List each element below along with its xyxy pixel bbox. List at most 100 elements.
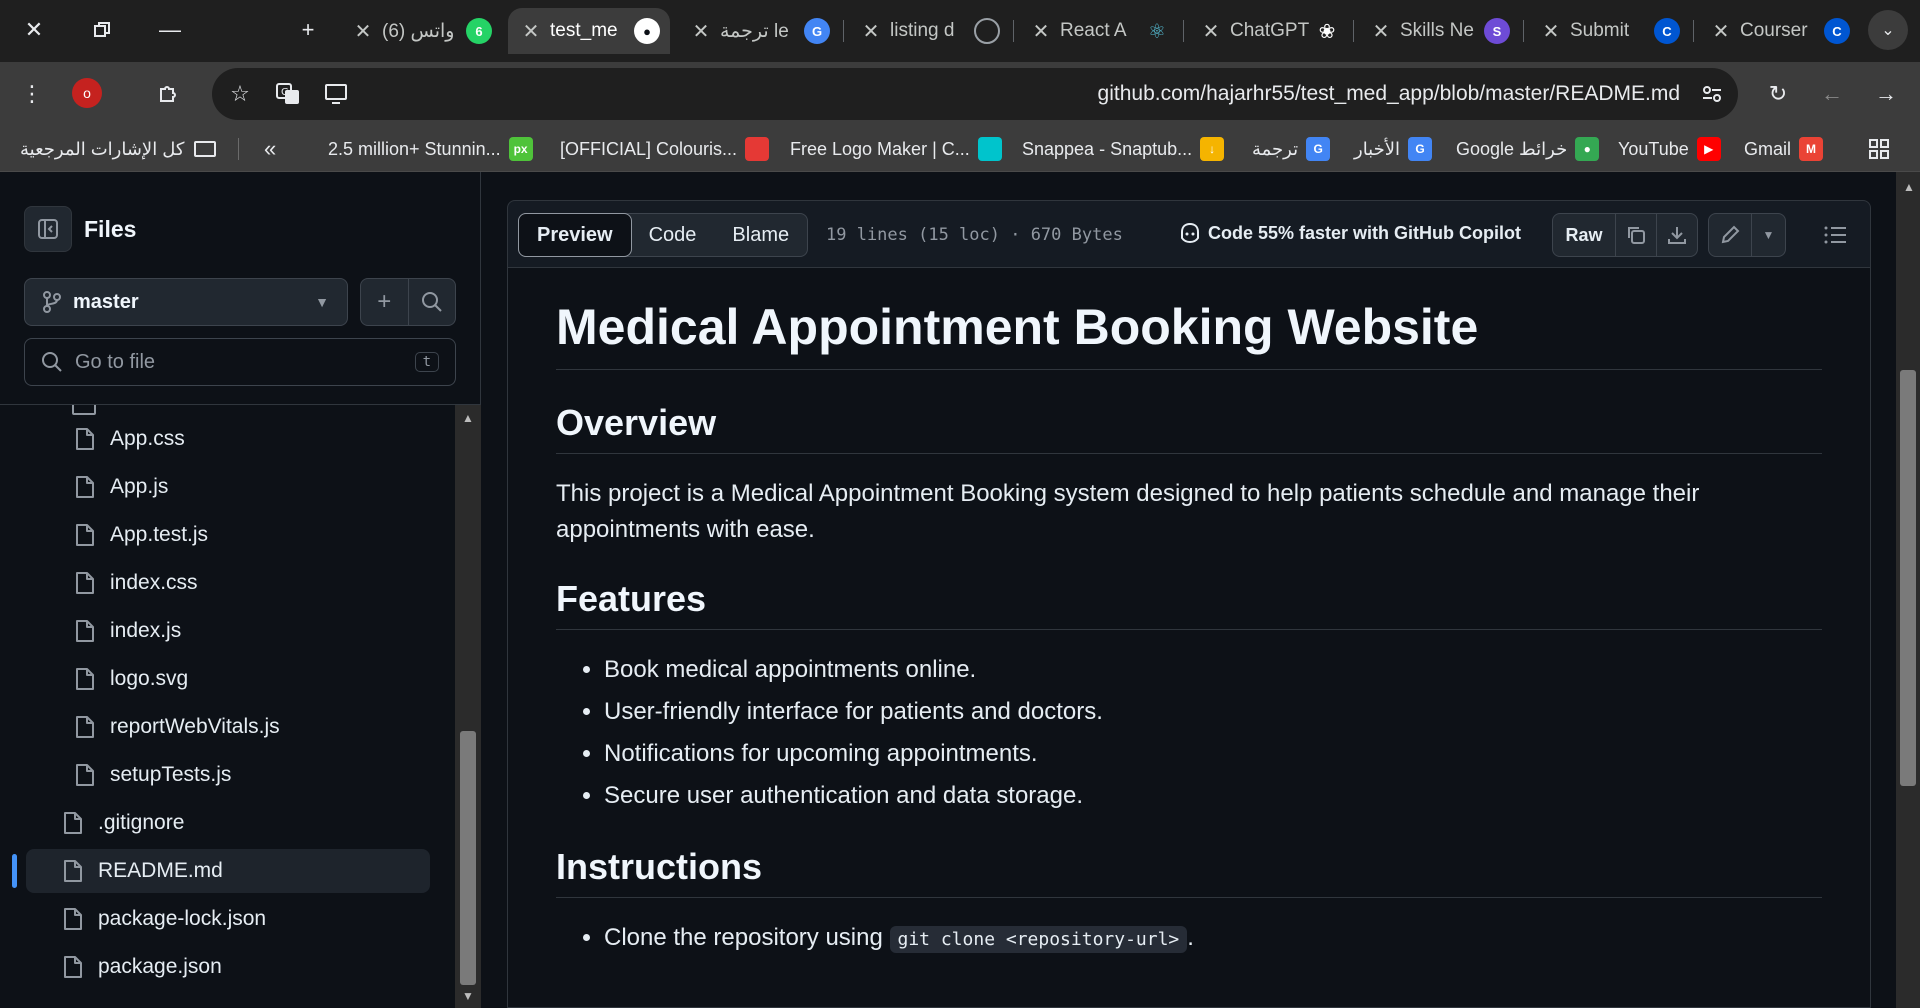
download-button[interactable] bbox=[1656, 214, 1697, 256]
bookmark-item[interactable]: 2.5 million+ Stunnin... px bbox=[328, 136, 533, 162]
tab-blame[interactable]: Blame bbox=[714, 214, 807, 256]
more-bookmarks-chevron-icon[interactable]: « bbox=[264, 136, 276, 162]
bookmark-item[interactable]: [OFFICIAL] Colouris... bbox=[560, 136, 770, 162]
search-icon bbox=[42, 352, 62, 372]
close-window-button[interactable]: ✕ bbox=[14, 12, 54, 48]
list-item: Clone the repository using git clone <re… bbox=[604, 920, 1822, 956]
file-tree-item[interactable]: setupTests.js bbox=[74, 753, 231, 797]
browser-tab[interactable]: ✕ test_me ● bbox=[508, 8, 670, 54]
search-button[interactable] bbox=[409, 279, 456, 325]
bookmark-item[interactable]: Free Logo Maker | C... bbox=[790, 136, 1002, 162]
browser-tab[interactable]: ✕ ChatGPT ❀ bbox=[1188, 8, 1350, 54]
file-name: index.css bbox=[110, 571, 198, 594]
translate-button[interactable]: G bbox=[270, 76, 306, 112]
bookmark-star-button[interactable]: ☆ bbox=[222, 76, 258, 112]
address-bar[interactable]: ☆ G github.com/hajarhr55/test_med_app/bl… bbox=[212, 68, 1738, 120]
file-tree-item[interactable]: index.js bbox=[74, 609, 181, 653]
tree-actions: + bbox=[360, 278, 456, 326]
reload-button[interactable]: ↻ bbox=[1760, 76, 1796, 112]
edit-dropdown-button[interactable]: ▼ bbox=[1751, 214, 1785, 256]
instructions-list: Clone the repository using git clone <re… bbox=[604, 920, 1822, 956]
browser-tab[interactable]: ✕ Skills Ne S bbox=[1358, 8, 1520, 54]
go-to-file-field[interactable]: t bbox=[24, 338, 456, 386]
instructions-heading: Instructions bbox=[556, 844, 1822, 898]
browser-tab[interactable]: ✕ React A ⚛ bbox=[1018, 8, 1180, 54]
overview-text: This project is a Medical Appointment Bo… bbox=[556, 479, 1700, 543]
tab-title: ChatGPT bbox=[1230, 20, 1310, 41]
browser-tab[interactable]: ✕ listing d bbox=[848, 8, 1010, 54]
file-tree-item[interactable]: reportWebVitals.js bbox=[74, 705, 280, 749]
scrollbar-thumb[interactable] bbox=[1900, 370, 1916, 786]
bookmark-item[interactable]: ترجمة G bbox=[1252, 136, 1331, 162]
scroll-up-arrow-icon[interactable]: ▲ bbox=[1903, 180, 1915, 194]
file-tree-item[interactable]: README.md bbox=[12, 849, 430, 893]
edit-button[interactable] bbox=[1709, 214, 1751, 256]
bookmark-label: Gmail bbox=[1744, 138, 1792, 159]
browser-tab[interactable]: ✕ Submit C bbox=[1528, 8, 1690, 54]
browser-menu-button[interactable]: ⋮ bbox=[14, 76, 50, 112]
restore-icon bbox=[94, 22, 110, 37]
tab-preview[interactable]: Preview bbox=[518, 213, 632, 257]
file-tree-item[interactable]: logo.svg bbox=[74, 657, 188, 701]
copilot-promo[interactable]: Code 55% faster with GitHub Copilot bbox=[1178, 222, 1521, 244]
tab-close-icon[interactable]: ✕ bbox=[1028, 19, 1054, 44]
file-tree-item[interactable]: App.css bbox=[74, 417, 185, 461]
file-tree-item[interactable]: package-lock.json bbox=[62, 897, 266, 941]
scroll-down-arrow-icon[interactable]: ▼ bbox=[462, 989, 474, 1003]
tab-code[interactable]: Code bbox=[631, 214, 715, 256]
profile-avatar[interactable]: o bbox=[72, 78, 102, 108]
bookmark-item[interactable]: YouTube ▶ bbox=[1618, 136, 1721, 162]
extensions-button[interactable] bbox=[150, 76, 186, 112]
forward-button[interactable]: ← bbox=[1814, 76, 1850, 112]
file-tree-item[interactable]: App.test.js bbox=[74, 513, 208, 557]
tab-favicon-icon: ⚛ bbox=[1148, 20, 1166, 43]
file-tree-item[interactable]: .gitignore bbox=[62, 801, 184, 845]
tab-close-icon[interactable]: ✕ bbox=[350, 19, 376, 44]
back-button[interactable]: → bbox=[1868, 76, 1904, 112]
tab-close-icon[interactable]: ✕ bbox=[518, 19, 544, 44]
bookmark-item[interactable]: Gmail M bbox=[1744, 136, 1824, 162]
outline-button[interactable] bbox=[1818, 217, 1854, 253]
tab-search-button[interactable]: ⌄ bbox=[1868, 10, 1908, 50]
tab-close-icon[interactable]: ✕ bbox=[688, 19, 714, 44]
file-tree-item[interactable]: index.css bbox=[74, 561, 198, 605]
branch-name: master bbox=[73, 290, 139, 313]
raw-button[interactable]: Raw bbox=[1553, 214, 1615, 256]
browser-tab[interactable]: ✕ Courser C bbox=[1698, 8, 1860, 54]
bookmark-favicon-icon bbox=[977, 137, 1002, 161]
file-tree-item[interactable]: App.js bbox=[74, 465, 168, 509]
bookmark-item[interactable]: Google خرائط ● bbox=[1456, 136, 1600, 162]
add-file-button[interactable]: + bbox=[361, 279, 409, 325]
site-settings-icon[interactable] bbox=[1694, 76, 1730, 112]
tab-close-icon[interactable]: ✕ bbox=[1538, 19, 1564, 44]
copy-raw-button[interactable] bbox=[1615, 214, 1656, 256]
install-app-button[interactable] bbox=[318, 76, 354, 112]
list-item: User-friendly interface for patients and… bbox=[604, 694, 1822, 730]
browser-tab[interactable]: ✕ واتس (6) 6 bbox=[340, 8, 502, 54]
page-scrollbar[interactable]: ▲ bbox=[1896, 172, 1920, 1008]
minimize-window-button[interactable]: — bbox=[150, 12, 190, 48]
file-view: Preview Code Blame 19 lines (15 loc) · 6… bbox=[482, 172, 1896, 1008]
selection-indicator bbox=[12, 854, 17, 888]
branch-selector[interactable]: master ▼ bbox=[24, 278, 348, 326]
tab-close-icon[interactable]: ✕ bbox=[1708, 19, 1734, 44]
tab-close-icon[interactable]: ✕ bbox=[1198, 19, 1224, 44]
bookmark-item[interactable]: الأخبار G bbox=[1354, 136, 1433, 162]
tab-favicon-icon: C bbox=[1824, 18, 1850, 44]
file-icon bbox=[64, 860, 82, 882]
scrollbar-thumb[interactable] bbox=[460, 731, 476, 985]
tab-favicon-icon: G bbox=[804, 18, 830, 44]
file-tree-item[interactable]: package.json bbox=[62, 945, 222, 989]
bookmark-item[interactable]: Snappea - Snaptub... ↓ bbox=[1022, 136, 1225, 162]
go-to-file-input[interactable] bbox=[75, 350, 415, 374]
tab-close-icon[interactable]: ✕ bbox=[1368, 19, 1394, 44]
collapse-panel-button[interactable] bbox=[24, 206, 72, 252]
new-tab-button[interactable]: + bbox=[288, 12, 328, 48]
restore-window-button[interactable] bbox=[82, 12, 122, 48]
browser-tab[interactable]: ✕ ترجمة le G bbox=[678, 8, 840, 54]
apps-grid-icon[interactable] bbox=[1868, 136, 1890, 162]
all-bookmarks-button[interactable]: كل الإشارات المرجعية bbox=[20, 136, 217, 162]
file-tree-scrollbar[interactable]: ▲ ▼ bbox=[455, 405, 481, 1008]
scroll-up-arrow-icon[interactable]: ▲ bbox=[462, 411, 474, 425]
tab-close-icon[interactable]: ✕ bbox=[858, 19, 884, 44]
